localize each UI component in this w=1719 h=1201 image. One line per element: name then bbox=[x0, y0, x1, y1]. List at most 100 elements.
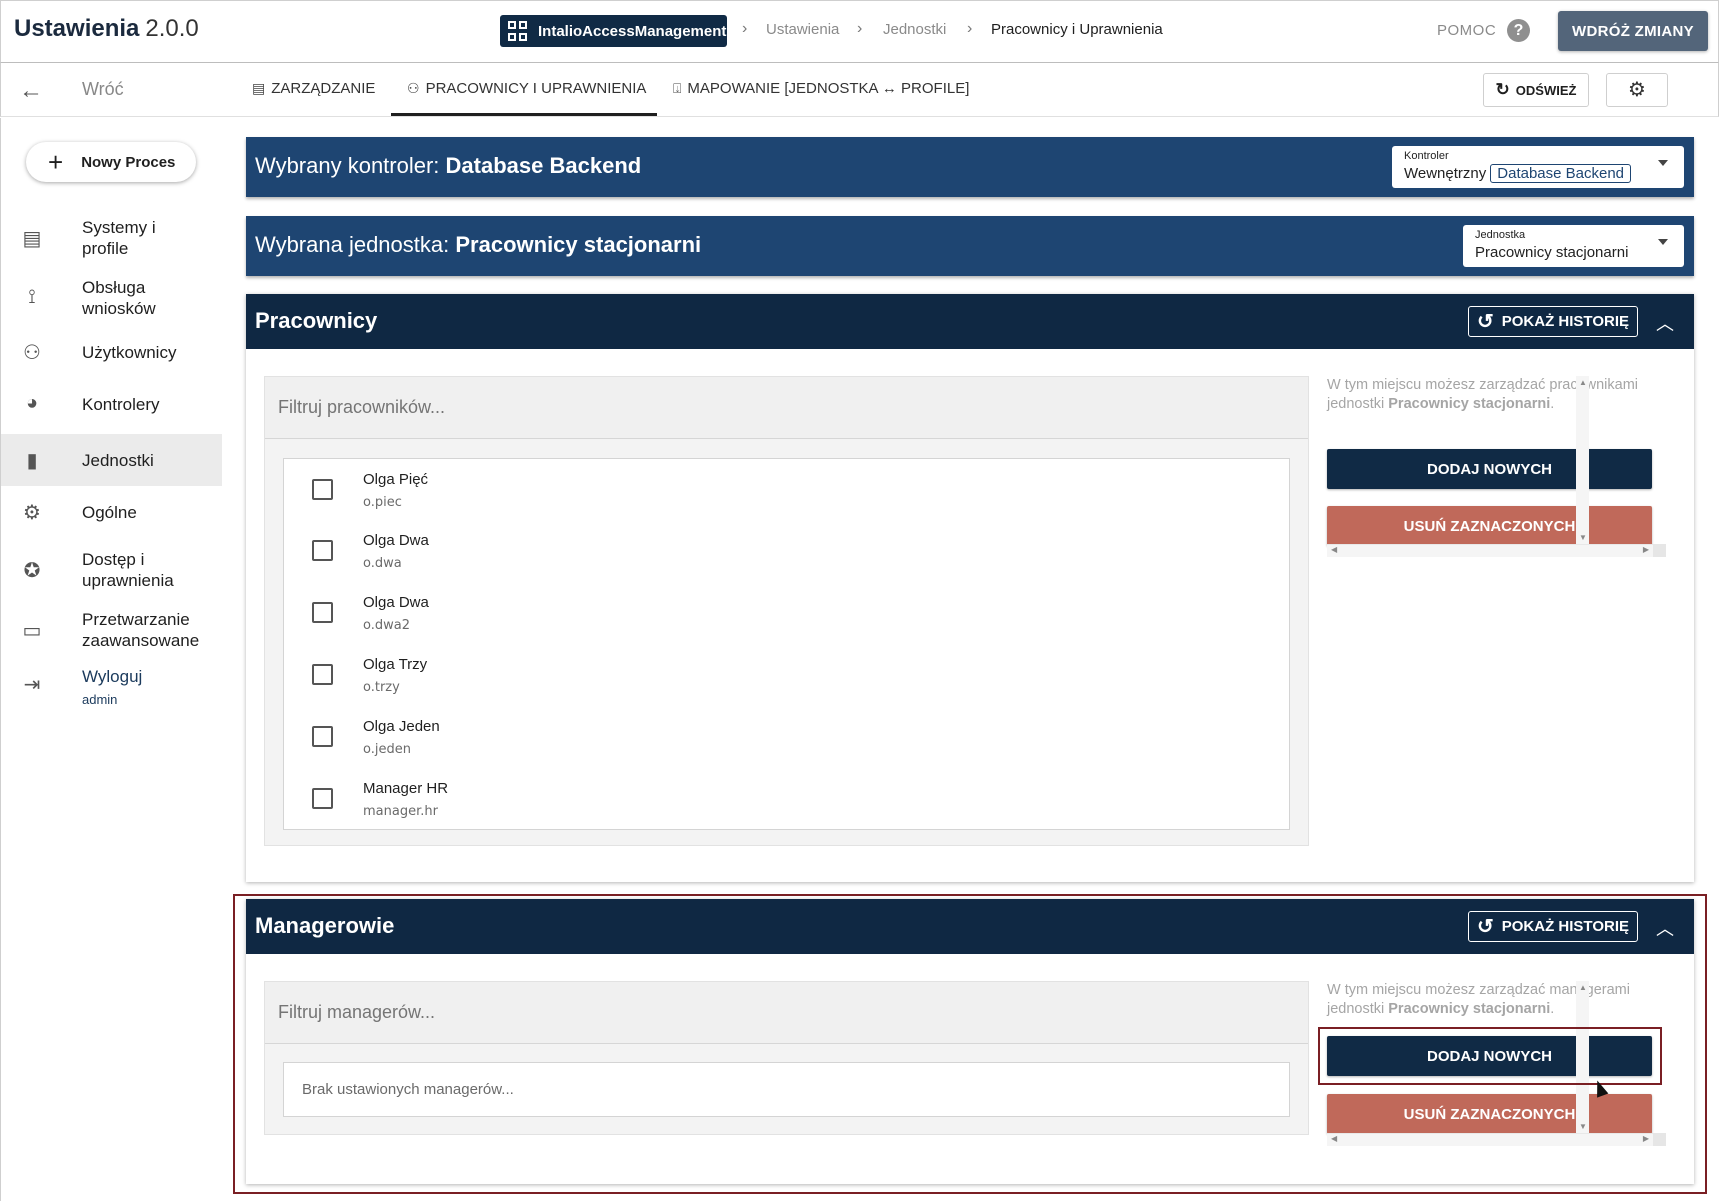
terminal-icon: ▭ bbox=[22, 620, 42, 642]
refresh-label: ODŚWIEŻ bbox=[1515, 82, 1577, 98]
checkbox[interactable] bbox=[312, 664, 333, 685]
employees-list: Olga Pięć o.piec Olga Dwa o.dwa Olga Dwa… bbox=[283, 458, 1290, 830]
controller-icon: ◕ bbox=[25, 392, 39, 414]
users-icon: ⚇ bbox=[23, 342, 41, 364]
user-name: admin bbox=[82, 692, 118, 707]
breadcrumb-item[interactable]: Ustawienia bbox=[766, 21, 839, 38]
scroll-right-icon[interactable]: ▶ bbox=[1643, 545, 1649, 554]
sidebar-item-logout[interactable]: ⇥ Wyloguj admin bbox=[1, 664, 222, 720]
people-icon: ⚇ bbox=[407, 80, 420, 96]
employees-list-container: Olga Pięć o.piec Olga Dwa o.dwa Olga Dwa… bbox=[264, 376, 1309, 846]
employee-login: o.dwa2 bbox=[363, 618, 410, 633]
list-item[interactable]: Olga Pięć o.piec bbox=[284, 459, 1289, 521]
sidebar-item-processing[interactable]: ▭ Przetwarzanie zaawansowane bbox=[1, 602, 222, 658]
unit-banner: Wybrana jednostka: Pracownicy stacjonarn… bbox=[246, 216, 1694, 276]
history-icon: ↺ bbox=[1476, 915, 1494, 938]
scroll-down-icon[interactable]: ▼ bbox=[1579, 1122, 1587, 1131]
workflow-icon: ⟟ bbox=[28, 286, 36, 308]
app-name: Ustawienia bbox=[14, 15, 140, 42]
tab-label: MAPOWANIE [JEDNOSTKA ↔ PROFILE] bbox=[687, 80, 970, 97]
list-item[interactable]: Olga Jeden o.jeden bbox=[284, 706, 1289, 768]
scroll-left-icon[interactable]: ◀ bbox=[1331, 1134, 1337, 1143]
scroll-left-icon[interactable]: ◀ bbox=[1331, 545, 1337, 554]
managers-history-button[interactable]: ↺ POKAŻ HISTORIĘ bbox=[1468, 911, 1638, 942]
employees-actions-panel: W tym miejscu możesz zarządzać pracownik… bbox=[1327, 376, 1667, 560]
logout-label: Wyloguj bbox=[82, 667, 143, 686]
employees-filter-input[interactable] bbox=[265, 377, 1308, 439]
logout-icon: ⇥ bbox=[23, 674, 41, 696]
managers-vertical-scrollbar[interactable]: ▲ ▼ bbox=[1576, 981, 1589, 1133]
back-link[interactable]: Wróć bbox=[82, 79, 124, 100]
sidebar-item-units[interactable]: ▮ Jednostki bbox=[1, 434, 222, 486]
employees-info-text: W tym miejscu możesz zarządzać pracownik… bbox=[1327, 377, 1639, 412]
checkbox[interactable] bbox=[312, 479, 333, 500]
list-item[interactable]: Olga Dwa o.dwa2 bbox=[284, 582, 1289, 644]
sidebar-item-users[interactable]: ⚇ Użytkownicy bbox=[1, 330, 222, 374]
scrollbar-corner bbox=[1653, 1133, 1666, 1146]
employee-name: Manager HR bbox=[363, 780, 449, 797]
controller-banner-title: Wybrany kontroler: Database Backend bbox=[255, 153, 641, 179]
sidebar-item-controllers[interactable]: ◕ Kontrolery bbox=[1, 382, 222, 426]
list-item[interactable]: Olga Trzy o.trzy bbox=[284, 644, 1289, 706]
tab-management[interactable]: ▤ ZARZĄDZANIE bbox=[252, 80, 375, 97]
employee-login: o.trzy bbox=[363, 680, 400, 695]
apps-grid-icon bbox=[508, 21, 528, 41]
arrow-left-icon[interactable]: ← bbox=[19, 77, 43, 105]
top-header: Ustawienia 2.0.0 IntalioAccessManagement … bbox=[0, 0, 1719, 63]
history-label: POKAŻ HISTORIĘ bbox=[1501, 313, 1629, 330]
managers-info-text: W tym miejscu możesz zarządzać manageram… bbox=[1327, 982, 1630, 1017]
employees-add-button[interactable]: DODAJ NOWYCH bbox=[1327, 449, 1652, 489]
chevron-right-icon: › bbox=[967, 20, 973, 37]
managers-delete-button[interactable]: USUŃ ZAZNACZONYCH bbox=[1327, 1094, 1652, 1134]
deploy-changes-button[interactable]: WDRÓŻ ZMIANY bbox=[1558, 11, 1708, 51]
sidebar-item-systems[interactable]: ▤ Systemy i profile bbox=[1, 210, 222, 266]
managers-card: Managerowie ↺ POKAŻ HISTORIĘ ︿ Brak usta… bbox=[246, 899, 1694, 1184]
scroll-up-icon[interactable]: ▲ bbox=[1579, 378, 1587, 387]
sidebar-item-label: Obsługa wniosków bbox=[82, 278, 156, 318]
scroll-down-icon[interactable]: ▼ bbox=[1579, 533, 1587, 542]
sidebar-item-requests[interactable]: ⟟ Obsługa wniosków bbox=[1, 270, 222, 326]
help-icon[interactable]: ? bbox=[1507, 19, 1530, 42]
info-unit: Pracownicy stacjonarni bbox=[1388, 1001, 1551, 1017]
sidebar-item-label: Jednostki bbox=[82, 450, 154, 470]
sidebar-item-general[interactable]: ⚙ Ogólne bbox=[1, 490, 222, 534]
list-item[interactable]: Olga Dwa o.dwa bbox=[284, 520, 1289, 582]
tab-mapping[interactable]: ⍗ MAPOWANIE [JEDNOSTKA ↔ PROFILE] bbox=[673, 80, 969, 97]
managers-horizontal-scrollbar[interactable]: ◀ ▶ bbox=[1327, 1133, 1653, 1146]
breadcrumb-root[interactable]: IntalioAccessManagement bbox=[500, 15, 727, 47]
controller-select[interactable]: Kontroler Wewnętrzny Database Backend bbox=[1392, 146, 1684, 188]
checkbox[interactable] bbox=[312, 540, 333, 561]
help-link[interactable]: POMOC bbox=[1437, 22, 1496, 39]
employees-delete-button[interactable]: USUŃ ZAZNACZONYCH bbox=[1327, 506, 1652, 546]
scroll-right-icon[interactable]: ▶ bbox=[1643, 1134, 1649, 1143]
import-icon: ⍗ bbox=[673, 80, 682, 96]
checkbox[interactable] bbox=[312, 726, 333, 747]
chevron-up-icon[interactable]: ︿ bbox=[1656, 310, 1674, 336]
employees-vertical-scrollbar[interactable]: ▲ ▼ bbox=[1576, 376, 1589, 544]
sidebar-item-access[interactable]: ✪ Dostęp i uprawnienia bbox=[1, 542, 222, 598]
managers-filter-input[interactable] bbox=[265, 982, 1308, 1044]
new-process-button[interactable]: + Nowy Proces bbox=[26, 142, 196, 182]
tab-employees-permissions[interactable]: ⚇ PRACOWNICY I UPRAWNIENIA bbox=[407, 80, 646, 97]
scroll-up-icon[interactable]: ▲ bbox=[1579, 983, 1587, 992]
breadcrumb-item[interactable]: Jednostki bbox=[883, 21, 946, 38]
checkbox[interactable] bbox=[312, 788, 333, 809]
unit-value: Pracownicy stacjonarni bbox=[455, 232, 702, 257]
employee-name: Olga Trzy bbox=[363, 656, 428, 673]
employee-login: o.piec bbox=[363, 495, 402, 510]
list-item[interactable]: Manager HR manager.hr bbox=[284, 768, 1289, 830]
employees-horizontal-scrollbar[interactable]: ◀ ▶ bbox=[1327, 544, 1653, 557]
settings-button[interactable]: ⚙ bbox=[1606, 73, 1668, 107]
sidebar-item-label: Przetwarzanie zaawansowane bbox=[82, 610, 200, 650]
refresh-icon: ↻ bbox=[1495, 80, 1510, 99]
employee-name: Olga Dwa bbox=[363, 532, 429, 549]
employees-history-button[interactable]: ↺ POKAŻ HISTORIĘ bbox=[1468, 306, 1638, 337]
chevron-up-icon[interactable]: ︿ bbox=[1656, 915, 1674, 941]
unit-select[interactable]: Jednostka Pracownicy stacjonarni bbox=[1463, 225, 1684, 267]
unit-banner-title: Wybrana jednostka: Pracownicy stacjonarn… bbox=[255, 232, 701, 258]
refresh-button[interactable]: ↻ ODŚWIEŻ bbox=[1483, 73, 1589, 107]
sidebar-item-label: Ogólne bbox=[82, 502, 137, 522]
history-label: POKAŻ HISTORIĘ bbox=[1501, 918, 1629, 935]
managers-add-button[interactable]: DODAJ NOWYCH bbox=[1327, 1036, 1652, 1076]
checkbox[interactable] bbox=[312, 602, 333, 623]
